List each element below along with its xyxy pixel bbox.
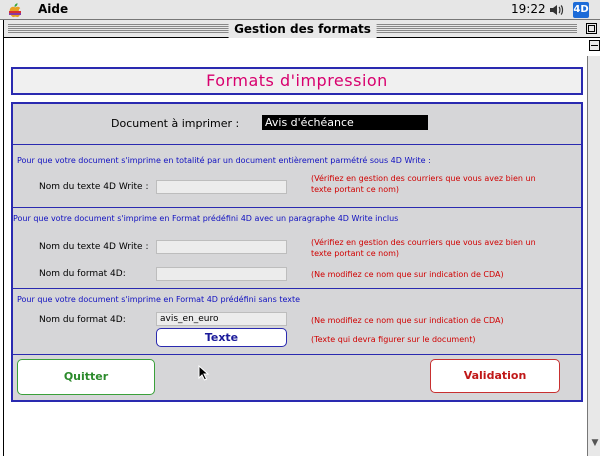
main-panel: Document à imprimer : Avis d'échéance Po…: [11, 102, 583, 402]
section1-text-field[interactable]: [156, 180, 287, 194]
section2-format-note: (Ne modifiez ce nom que sur indication d…: [311, 270, 504, 279]
form-area: Formats d'impression Document à imprimer…: [9, 62, 584, 404]
section3-header: Pour que votre document s'imprime en For…: [17, 295, 301, 304]
document-field[interactable]: Avis d'échéance: [262, 115, 428, 130]
window-title: Gestion des formats: [228, 20, 377, 38]
divider: [13, 354, 581, 355]
section1-note-line2: texte portant ce nom): [311, 185, 400, 194]
section2-text-label: Nom du texte 4D Write :: [39, 242, 149, 252]
divider: [13, 144, 581, 145]
mouse-cursor-icon: [198, 365, 210, 381]
section2-text-field[interactable]: [156, 240, 287, 254]
zoom-box-icon[interactable]: [586, 23, 597, 34]
app-window: Gestion des formats ▼ Formats d'impressi…: [3, 20, 600, 456]
help-menu[interactable]: Aide: [38, 2, 68, 16]
document-label: Document à imprimer :: [111, 117, 240, 130]
menubar-clock: 19:22: [511, 2, 546, 16]
quit-button[interactable]: Quitter: [17, 359, 155, 395]
section2-format-label: Nom du format 4D:: [39, 269, 126, 279]
validate-button[interactable]: Validation: [430, 359, 560, 393]
section1-note-line1: (Vérifiez en gestion des courriers que v…: [311, 174, 536, 183]
speaker-icon[interactable]: [549, 3, 565, 17]
title-panel: Formats d'impression: [11, 67, 583, 95]
section1-text-label: Nom du texte 4D Write :: [39, 182, 149, 192]
apple-menu-icon[interactable]: [6, 1, 24, 19]
collapse-box-icon[interactable]: [589, 40, 600, 51]
section3-format-field[interactable]: avis_en_euro: [156, 312, 287, 326]
section2-header: Pour que votre document s'imprime en For…: [13, 214, 399, 223]
scroll-down-arrow-icon[interactable]: ▼: [590, 438, 600, 448]
section3-text-note: (Texte qui devra figurer sur le document…: [311, 335, 476, 344]
section3-format-note: (Ne modifiez ce nom que sur indication d…: [311, 316, 504, 325]
section1-header: Pour que votre document s'imprime en tot…: [17, 156, 431, 165]
vertical-scrollbar[interactable]: ▼: [587, 56, 600, 456]
window-titlebar[interactable]: Gestion des formats: [4, 20, 600, 38]
section2-format-field[interactable]: [156, 267, 287, 281]
application-menu-icon[interactable]: 4D: [573, 2, 589, 18]
divider: [13, 288, 581, 289]
section2-note-text-line1: (Vérifiez en gestion des courriers que v…: [311, 238, 536, 247]
text-button[interactable]: Texte: [156, 328, 287, 347]
divider: [13, 207, 581, 208]
section2-note-text-line2: texte portant ce nom): [311, 249, 400, 258]
menu-bar: Aide 19:22 4D: [0, 0, 600, 20]
section3-format-label: Nom du format 4D:: [39, 315, 126, 325]
page-title: Formats d'impression: [206, 71, 388, 90]
